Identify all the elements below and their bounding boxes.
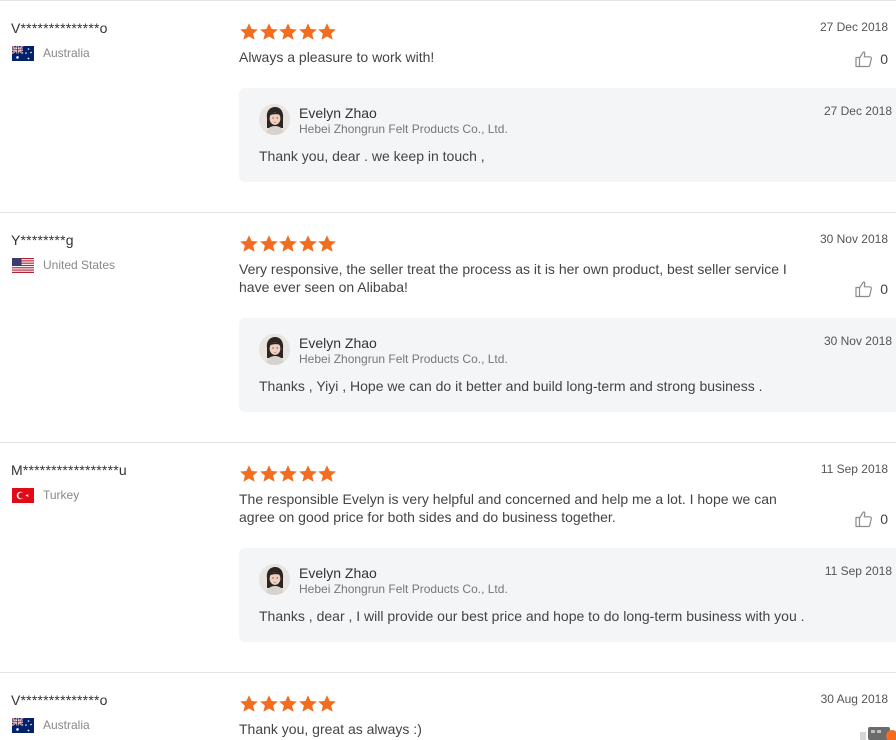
star-icon: [259, 464, 279, 484]
reviews-list: V**************o Australia 27 Dec 2018 Alwa…: [0, 0, 896, 740]
star-icon: [239, 22, 259, 42]
thumbs-up-icon[interactable]: [855, 510, 873, 528]
buyer-name: V**************o: [11, 20, 108, 36]
review-text: The responsible Evelyn is very helpful a…: [239, 491, 777, 525]
australia-flag-icon: [12, 45, 34, 61]
seller-reply: Evelyn Zhao Hebei Zhongrun Felt Products …: [239, 318, 896, 412]
star-icon: [298, 22, 318, 42]
turkey-flag-icon: [12, 487, 34, 503]
chat-widget-icon[interactable]: [858, 724, 896, 740]
buyer-name: V**************o: [11, 692, 108, 708]
star-rating: [239, 464, 337, 484]
country-name: United States: [43, 258, 116, 272]
star-icon: [298, 694, 318, 714]
seller-name: Evelyn Zhao: [299, 565, 377, 581]
reply-text: Thank you, dear . we keep in touch ,: [259, 148, 485, 164]
star-icon: [278, 234, 298, 254]
like-button[interactable]: 0: [855, 50, 888, 68]
review-item: V**************o Australia 27 Dec 2018 Alwa…: [0, 0, 896, 212]
star-icon: [317, 234, 337, 254]
buyer-country: Australia: [12, 716, 90, 734]
star-icon: [259, 22, 279, 42]
seller-name: Evelyn Zhao: [299, 105, 377, 121]
star-icon: [278, 22, 298, 42]
star-icon: [259, 234, 279, 254]
thumbs-up-icon[interactable]: [855, 50, 873, 68]
seller-reply: Evelyn Zhao Hebei Zhongrun Felt Products …: [239, 548, 896, 642]
seller-avatar: [259, 334, 290, 365]
thumbs-up-icon[interactable]: [855, 280, 873, 298]
reply-date: 11 Sep 2018: [824, 564, 892, 578]
buyer-country: United States: [12, 256, 115, 274]
like-button[interactable]: 0: [855, 510, 888, 528]
seller-company: Hebei Zhongrun Felt Products Co., Ltd.: [299, 352, 508, 366]
review-text: Thank you, great as always :): [239, 721, 422, 737]
like-count: 0: [880, 51, 888, 67]
buyer-country: Turkey: [12, 486, 79, 504]
review-item: V**************o Australia 30 Aug 2018 Than…: [0, 672, 896, 740]
review-item: Y********g United States 30 Nov 2018 Very r…: [0, 212, 896, 442]
star-rating: [239, 234, 337, 254]
like-count: 0: [880, 511, 888, 527]
like-count: 0: [880, 281, 888, 297]
review-text: Always a pleasure to work with!: [239, 49, 435, 65]
seller-company: Hebei Zhongrun Felt Products Co., Ltd.: [299, 122, 508, 136]
star-icon: [239, 234, 259, 254]
review-date: 27 Dec 2018: [819, 20, 888, 34]
country-name: Turkey: [43, 488, 80, 502]
reply-text: Thanks , dear , I will provide our best …: [259, 608, 805, 624]
country-name: Australia: [43, 718, 90, 732]
buyer-name: M*****************u: [11, 462, 127, 478]
review-item: M*****************u Turkey 11 Sep 2018 The …: [0, 442, 896, 672]
star-icon: [259, 694, 279, 714]
star-icon: [317, 694, 337, 714]
reply-date: 30 Nov 2018: [823, 334, 892, 348]
star-icon: [298, 234, 318, 254]
australia-flag-icon: [12, 717, 34, 733]
seller-company: Hebei Zhongrun Felt Products Co., Ltd.: [299, 582, 508, 596]
like-button[interactable]: 0: [855, 280, 888, 298]
reply-text: Thanks , Yiyi , Hope we can do it better…: [259, 378, 763, 394]
star-icon: [239, 694, 259, 714]
seller-reply: Evelyn Zhao Hebei Zhongrun Felt Products …: [239, 88, 896, 182]
country-name: Australia: [43, 46, 90, 60]
star-rating: [239, 22, 337, 42]
review-date: 11 Sep 2018: [820, 462, 888, 476]
buyer-country: Australia: [12, 44, 90, 62]
united-states-flag-icon: [12, 257, 34, 273]
reply-date: 27 Dec 2018: [823, 104, 892, 118]
seller-name: Evelyn Zhao: [299, 335, 377, 351]
seller-avatar: [259, 104, 290, 135]
star-icon: [298, 464, 318, 484]
star-icon: [317, 464, 337, 484]
review-text: Very responsive, the seller treat the pr…: [239, 261, 787, 295]
star-icon: [239, 464, 259, 484]
seller-avatar: [259, 564, 290, 595]
star-rating: [239, 694, 337, 714]
star-icon: [317, 22, 337, 42]
review-date: 30 Nov 2018: [819, 232, 888, 246]
star-icon: [278, 464, 298, 484]
star-icon: [278, 694, 298, 714]
review-date: 30 Aug 2018: [820, 692, 888, 706]
buyer-name: Y********g: [11, 232, 74, 248]
